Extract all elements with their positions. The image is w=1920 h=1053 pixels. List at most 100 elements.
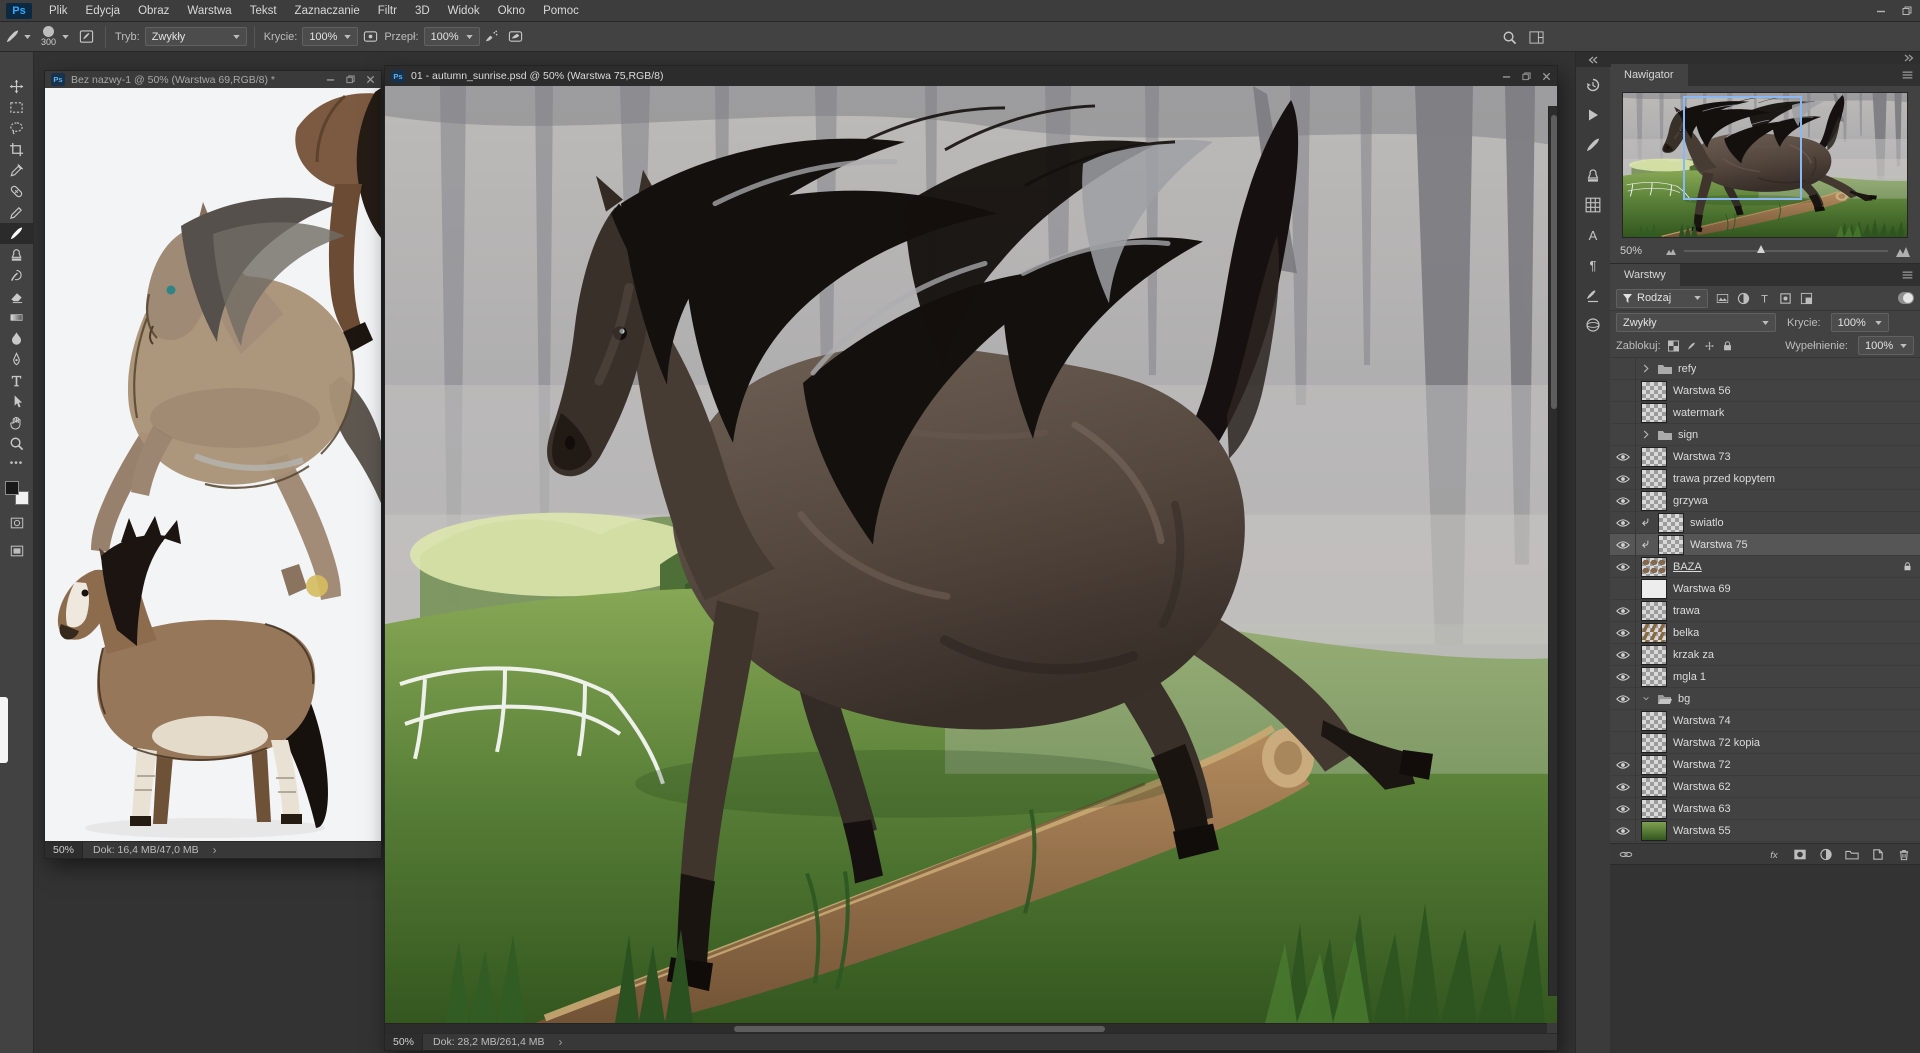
eraser-tool[interactable] [0, 286, 34, 307]
adjustment-layer-icon[interactable] [1817, 846, 1835, 862]
layer-row-watermark[interactable]: watermark [1610, 402, 1920, 424]
navigator-zoom-value[interactable]: 50% [1620, 245, 1642, 257]
layer-row-warstwa-73[interactable]: Warstwa 73 [1610, 446, 1920, 468]
crop-tool[interactable] [0, 139, 34, 160]
brush-presets-panel-icon[interactable] [1580, 282, 1606, 307]
pencil-tool[interactable] [0, 202, 34, 223]
scrollbar-thumb[interactable] [1551, 115, 1557, 409]
pressure-size-icon[interactable] [504, 25, 528, 49]
screen-mode-button[interactable] [0, 541, 34, 561]
status-menu-chevron[interactable]: › [209, 843, 221, 857]
canvas-right-document[interactable] [385, 86, 1557, 1023]
visibility-toggle[interactable] [1610, 490, 1636, 512]
vertical-scrollbar[interactable] [1548, 106, 1557, 996]
gradient-tool[interactable] [0, 307, 34, 328]
quick-mask-button[interactable] [0, 513, 34, 533]
history-brush-tool[interactable] [0, 265, 34, 286]
menu-item-warstwa[interactable]: Warstwa [178, 0, 240, 22]
layer-thumbnail[interactable] [1641, 733, 1667, 753]
new-layer-icon[interactable] [1869, 846, 1887, 862]
layer-row-warstwa-56[interactable]: Warstwa 56 [1610, 380, 1920, 402]
slider-thumb[interactable] [1757, 245, 1765, 253]
adjustment-filter-icon[interactable] [1734, 290, 1753, 307]
color-swatches[interactable] [5, 481, 29, 505]
zoom-tool[interactable] [0, 433, 34, 454]
brush-size-picker[interactable]: 300 [36, 24, 74, 50]
layers-blend-mode-select[interactable]: Zwykły [1616, 313, 1776, 332]
layer-thumbnail[interactable] [1641, 469, 1667, 489]
history-panel-icon[interactable] [1580, 72, 1606, 97]
layer-thumbnail[interactable] [1641, 381, 1667, 401]
zoom-field[interactable]: 50% [385, 1034, 423, 1050]
navigator-proxy-rect[interactable] [1683, 96, 1802, 200]
lock-transparency-icon[interactable] [1666, 338, 1682, 354]
move-tool[interactable] [0, 76, 34, 97]
zoom-out-icon[interactable] [1666, 247, 1676, 255]
layer-row-sign[interactable]: sign [1610, 424, 1920, 446]
layer-filter-select[interactable]: Rodzaj [1616, 289, 1708, 308]
tool-preset-picker[interactable] [0, 24, 36, 50]
visibility-toggle[interactable] [1610, 446, 1636, 468]
pen-tool[interactable] [0, 349, 34, 370]
collapse-panels-icon[interactable] [1904, 54, 1914, 62]
layer-row-warstwa-62[interactable]: Warstwa 62 [1610, 776, 1920, 798]
restore-button[interactable] [1894, 0, 1920, 22]
new-group-icon[interactable] [1843, 846, 1861, 862]
layer-row-warstwa-72[interactable]: Warstwa 72 [1610, 754, 1920, 776]
menu-item-pomoc[interactable]: Pomoc [534, 0, 588, 22]
menu-item-obraz[interactable]: Obraz [129, 0, 178, 22]
visibility-toggle[interactable] [1610, 666, 1636, 688]
menu-item-plik[interactable]: Plik [40, 0, 77, 22]
clone-source-panel-icon[interactable] [1580, 162, 1606, 187]
blend-mode-select[interactable]: Zwykły [145, 27, 247, 46]
menu-item-edycja[interactable]: Edycja [77, 0, 130, 22]
layer-row-trawa-przed-kopytem[interactable]: trawa przed kopytem [1610, 468, 1920, 490]
layer-thumbnail[interactable] [1641, 557, 1667, 577]
layer-row-mgla-1[interactable]: mgla 1 [1610, 666, 1920, 688]
layer-row-swiatlo[interactable]: swiatlo [1610, 512, 1920, 534]
layer-thumbnail[interactable] [1658, 535, 1684, 555]
status-menu-chevron[interactable]: › [555, 1035, 567, 1049]
flow-select[interactable]: 100% [424, 27, 480, 46]
paragraph-panel-icon[interactable]: ¶ [1580, 252, 1606, 277]
tab-layers[interactable]: Warstwy [1610, 264, 1680, 286]
lock-all-icon[interactable] [1720, 338, 1736, 354]
visibility-toggle[interactable] [1610, 622, 1636, 644]
restore-icon[interactable] [346, 75, 355, 84]
path-selection-tool[interactable] [0, 391, 34, 412]
opacity-select[interactable]: 100% [302, 27, 358, 46]
brush-settings-panel-icon[interactable] [1580, 132, 1606, 157]
visibility-toggle[interactable] [1610, 402, 1636, 424]
menu-item-widok[interactable]: Widok [439, 0, 489, 22]
group-toggle[interactable] [1640, 430, 1652, 439]
menu-item-filtr[interactable]: Filtr [369, 0, 406, 22]
link-layers-icon[interactable] [1617, 846, 1635, 862]
expand-panels-button[interactable] [1576, 52, 1611, 67]
workspace-switcher-icon[interactable] [1529, 30, 1544, 45]
navigator-thumbnail[interactable] [1622, 92, 1908, 238]
restore-icon[interactable] [1522, 72, 1531, 81]
visibility-toggle[interactable] [1610, 820, 1636, 842]
group-toggle[interactable] [1640, 694, 1652, 703]
layer-row-belka[interactable]: belka [1610, 622, 1920, 644]
3d-panel-icon[interactable] [1580, 312, 1606, 337]
smart-object-filter-icon[interactable] [1797, 290, 1816, 307]
character-styles-panel-icon[interactable] [1580, 192, 1606, 217]
brush-tool[interactable] [0, 223, 34, 244]
layer-row-warstwa-74[interactable]: Warstwa 74 [1610, 710, 1920, 732]
image-filter-icon[interactable] [1713, 290, 1732, 307]
lock-pixels-icon[interactable] [1684, 338, 1700, 354]
horizontal-scrollbar[interactable] [385, 1023, 1547, 1033]
visibility-toggle[interactable] [1610, 776, 1636, 798]
layer-row-krzak-za[interactable]: krzak za [1610, 644, 1920, 666]
scrollbar-thumb[interactable] [734, 1026, 1106, 1032]
minimize-icon[interactable] [326, 75, 335, 84]
type-tool[interactable] [0, 370, 34, 391]
visibility-toggle[interactable] [1610, 512, 1636, 534]
menu-item-zaznaczanie[interactable]: Zaznaczanie [286, 0, 369, 22]
layer-row-warstwa-63[interactable]: Warstwa 63 [1610, 798, 1920, 820]
clone-stamp-tool[interactable] [0, 244, 34, 265]
navigator-zoom-slider[interactable] [1684, 250, 1888, 252]
layer-row-bg[interactable]: bg [1610, 688, 1920, 710]
minimize-icon[interactable] [1502, 72, 1511, 81]
